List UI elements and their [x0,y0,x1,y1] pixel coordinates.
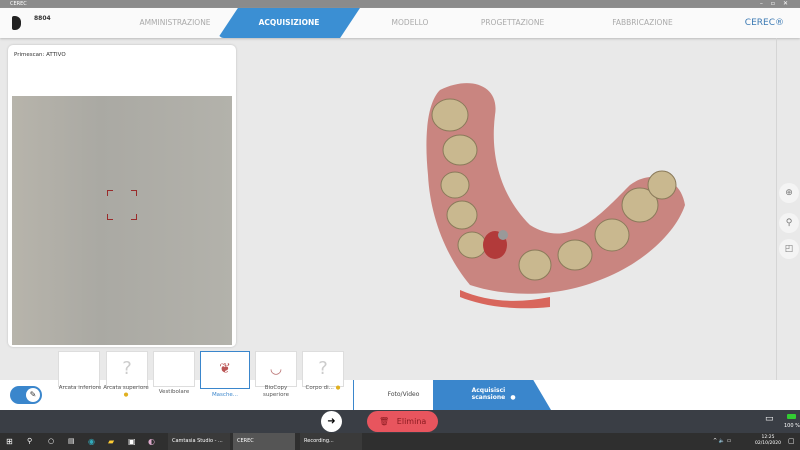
catalog-thumb-maschera[interactable]: ❦ [200,351,250,389]
brush-toggle[interactable]: ✎ [10,386,42,404]
window-add-icon[interactable]: ◰ [779,239,799,259]
catalog-thumb-arcata-superiore[interactable]: ? [106,351,148,387]
delete-button[interactable]: 🗑 Elimina [367,411,438,432]
tab-acquisizione[interactable]: ACQUISIZIONE [218,8,360,38]
tab-progettazione[interactable]: PROGETTAZIONE [460,8,565,38]
task-view-icon[interactable]: ▤ [68,433,75,450]
catalog-label: Arcata superiore ● [103,385,149,398]
workflow-header: 8804 AMMINISTRAZIONE ACQUISIZIONE MODELL… [0,8,800,38]
right-toolbar-divider [776,38,777,410]
catalog-label: Corpo di... ● [305,385,341,391]
catalog-thumb-vestibolare[interactable] [153,351,195,387]
battery-status: 100 % [784,423,800,429]
catalog-thumb-arcata-inferiore[interactable] [58,351,100,387]
catalog-label: Masche... [211,392,239,398]
cerec-brand: CEREC® [744,18,784,28]
edge-icon[interactable]: ◉ [88,433,95,450]
catalog-label: Arcata inferiore [58,385,102,391]
brush-icon: ✎ [26,388,40,402]
camera-view [12,96,232,345]
window-controls[interactable]: –▫✕ [760,0,796,8]
scanner-status: Primescan: ATTIVO [14,52,66,58]
3d-dental-model[interactable] [400,75,700,315]
clock[interactable]: 12:25 02/10/2020 [755,433,781,450]
tooth-tools-icon[interactable]: ⚲ [779,213,799,233]
app-icon[interactable]: ◐ [148,433,155,450]
view-orientation-icon[interactable]: ⊕ [779,183,799,203]
logo-icon [12,16,21,30]
catalog-thumb-biocopy-superiore[interactable]: ◡ [255,351,297,387]
taskbar-item-camtasia[interactable]: Camtasia Studio - ... [168,433,230,450]
catalog-label: BioCopy superiore [263,385,289,398]
start-icon[interactable]: ⊞ [6,433,13,450]
store-icon[interactable]: ▣ [128,433,136,450]
window-title: CEREC [10,1,27,7]
tray-icons[interactable]: ^ 🔈 ▭ [713,433,731,450]
windows-taskbar: ⊞ ⚲ ○ ▤ ◉ ▰ ▣ ◐ Camtasia Studio - ... CE… [0,433,800,450]
model-thumbnail-icon: ❦ [219,361,231,377]
file-explorer-icon[interactable]: ▰ [108,433,114,450]
cortana-icon[interactable]: ○ [48,433,54,450]
trash-icon: 🗑 [379,417,390,426]
tab-modello[interactable]: MODELLO [360,8,460,38]
catalog-thumb-corpo[interactable]: ? [302,351,344,387]
battery-icon [787,414,796,419]
catalog-label: Vestibolare [158,389,190,395]
chat-icon[interactable]: ▭ [765,414,774,424]
notifications-icon[interactable]: ▢ [788,433,795,450]
back-arrow-icon[interactable]: ➜ [321,411,342,432]
model-thumbnail-icon: ◡ [269,361,283,377]
case-id: 8804 [34,15,51,22]
tab-fabbricazione[interactable]: FABBRICAZIONE [590,8,695,38]
camera-panel: Primescan: ATTIVO [8,45,236,347]
title-bar: CEREC [0,0,800,8]
tab-amministrazione[interactable]: AMMINISTRAZIONE [125,8,225,38]
search-icon[interactable]: ⚲ [27,433,32,450]
acquisisci-scansione-mode[interactable]: Acquisisci scansione ● [433,380,551,410]
taskbar-item-cerec[interactable]: CEREC [233,433,295,450]
taskbar-item-recording[interactable]: Recording... [300,433,362,450]
